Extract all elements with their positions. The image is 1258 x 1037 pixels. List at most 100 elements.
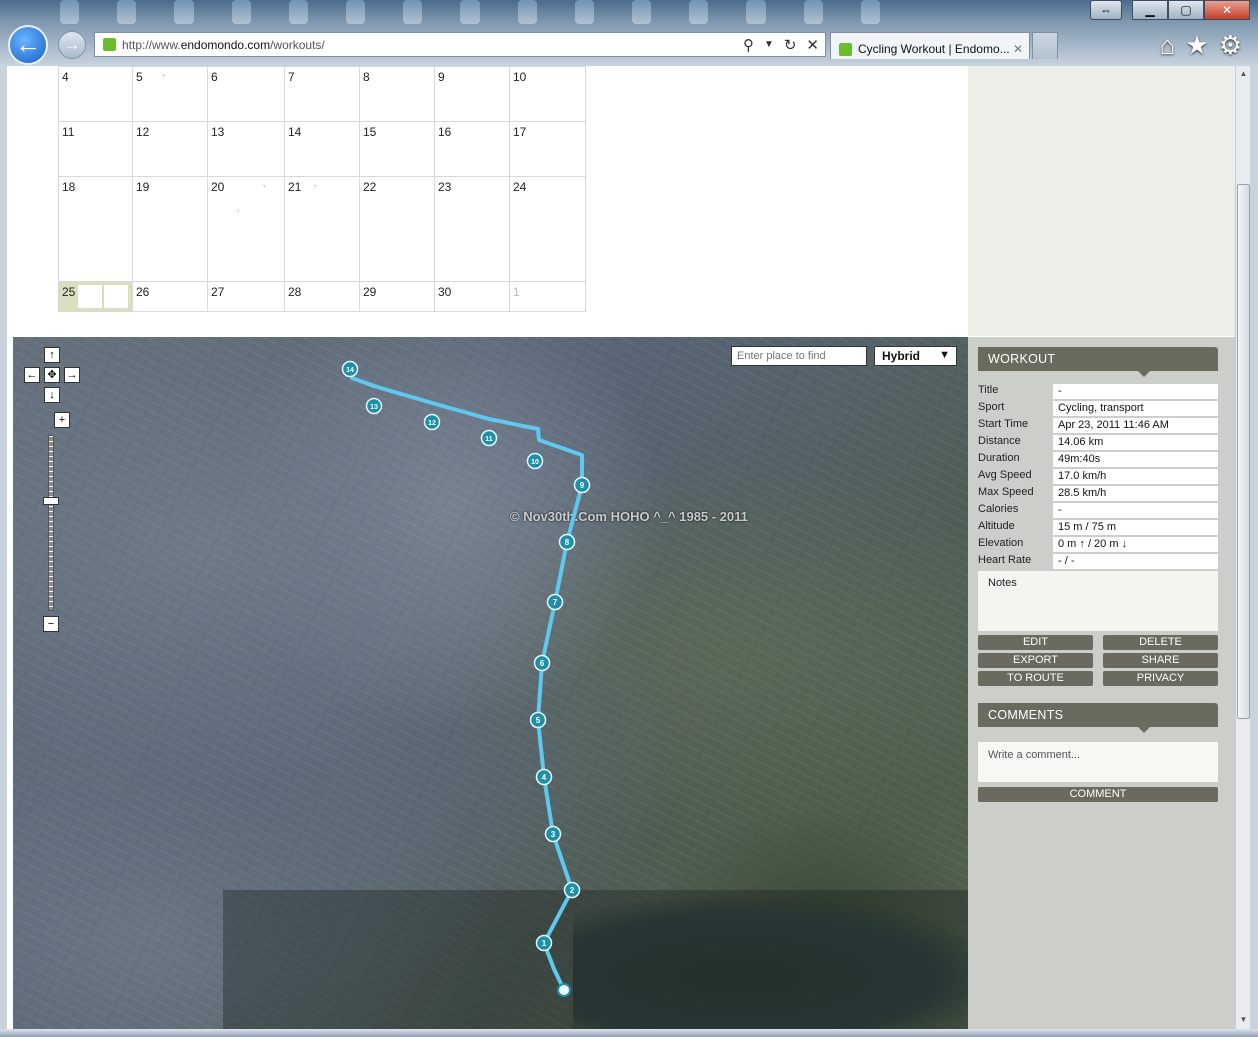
calendar-day-cell[interactable]: 15 — [359, 121, 435, 177]
calendar-day-cell[interactable]: 16 — [434, 121, 510, 177]
walking-workout-icon[interactable]: 🚶 — [227, 205, 251, 228]
stop-icon[interactable]: ✕ — [806, 36, 819, 54]
cycling-workout-icon[interactable]: 🚲 — [78, 285, 102, 308]
running-workout-icon[interactable]: 🏃 — [152, 70, 176, 93]
scroll-down-icon[interactable]: ▼ — [1237, 1013, 1250, 1026]
back-button[interactable]: ← — [8, 25, 48, 65]
comment-input[interactable]: Write a comment... — [978, 742, 1218, 782]
home-icon[interactable]: ⌂ — [1160, 30, 1176, 61]
cycling-workout-icon[interactable]: 🚲 — [78, 125, 102, 148]
map-place-search-input[interactable] — [731, 346, 867, 366]
cycling-workout-icon[interactable]: 🚲 — [178, 180, 202, 203]
calendar-day-cell[interactable]: 22 🚲 — [359, 176, 435, 282]
pan-center-button[interactable]: ✥ — [44, 367, 60, 383]
zoom-out-button[interactable]: − — [43, 616, 59, 632]
privacy-button[interactable]: PRIVACY — [1103, 671, 1218, 686]
calendar-day-cell[interactable]: 8 🚲 🚲 🚲 — [359, 66, 435, 122]
calendar-day-cell[interactable]: 24 — [509, 176, 586, 282]
cycling-workout-icon[interactable]: 🚲 — [480, 205, 504, 228]
favorites-star-icon[interactable]: ★ — [1185, 30, 1208, 61]
cycling-workout-icon[interactable]: 🚲 — [227, 125, 251, 148]
cycling-workout-icon[interactable]: 🚲 — [78, 180, 102, 203]
cycling-workout-icon[interactable]: 🚲 — [78, 150, 102, 173]
share-button[interactable]: SHARE — [1103, 653, 1218, 668]
cycling-workout-icon[interactable]: 🚲 — [152, 125, 176, 148]
cycling-workout-icon[interactable]: 🚲 — [104, 125, 128, 148]
cycling-workout-icon[interactable]: 🚲 — [78, 205, 102, 228]
cycling-workout-icon[interactable]: 🚲 — [454, 230, 478, 253]
calendar-day-cell[interactable]: 6 🚲 🚲 — [207, 66, 285, 122]
cycling-workout-icon[interactable]: 🚲 — [104, 285, 128, 308]
zoom-slider[interactable] — [48, 435, 54, 611]
walking-workout-icon[interactable]: 🚶 — [304, 180, 328, 203]
calendar-day-cell[interactable]: 21 🚶 — [284, 176, 360, 282]
cycling-workout-icon[interactable]: 🚲 — [379, 70, 403, 93]
cycling-workout-icon[interactable]: 🚲 — [454, 180, 478, 203]
calendar-day-cell[interactable]: 27 — [207, 281, 285, 312]
cycling-workout-icon[interactable]: 🚲 — [480, 230, 504, 253]
new-tab-button[interactable] — [1032, 32, 1058, 59]
pan-up-button[interactable]: ↑ — [44, 347, 60, 363]
url-text[interactable]: http://www.endomondo.com/workouts/ — [122, 38, 325, 52]
cycling-workout-icon[interactable]: 🚲 — [379, 180, 403, 203]
calendar-day-cell[interactable]: 30 — [434, 281, 510, 312]
cycling-workout-icon[interactable]: 🚲 — [152, 180, 176, 203]
calendar-day-cell[interactable]: 19 🚲 🚲 — [132, 176, 208, 282]
calendar-day-cell[interactable]: 26 — [132, 281, 208, 312]
edit-button[interactable]: EDIT — [978, 635, 1093, 650]
search-icon[interactable]: ⚲ — [743, 36, 754, 54]
calendar-day-cell[interactable]: 4 — [58, 66, 133, 122]
calendar-day-cell[interactable]: 20 🚲 🚶 🚶 — [207, 176, 285, 282]
scroll-up-icon[interactable]: ▲ — [1237, 67, 1250, 80]
cycling-workout-icon[interactable]: 🚲 — [454, 255, 478, 278]
scrollbar-thumb[interactable] — [1237, 184, 1250, 719]
cycling-workout-icon[interactable]: 🚲 — [104, 150, 128, 173]
calendar-day-cell[interactable]: 9 — [434, 66, 510, 122]
notes-field[interactable]: Notes — [978, 571, 1218, 631]
tab-cycling-workout[interactable]: Cycling Workout | Endomo... ✕ — [830, 32, 1030, 59]
comment-button[interactable]: COMMENT — [978, 787, 1218, 802]
calendar-day-cell[interactable]: 1 — [509, 281, 586, 312]
pan-right-button[interactable]: → — [64, 367, 80, 383]
cycling-workout-icon[interactable]: 🚲 — [253, 70, 277, 93]
cycling-workout-icon[interactable]: 🚲 — [304, 70, 328, 93]
zoom-in-button[interactable]: + — [54, 412, 70, 428]
cycling-workout-icon[interactable]: 🚲 — [379, 95, 403, 118]
pan-left-button[interactable]: ← — [24, 367, 40, 383]
cycling-workout-icon[interactable]: 🚲 — [104, 180, 128, 203]
calendar-day-cell[interactable]: 5 🏃 🚲 — [132, 66, 208, 122]
cycling-workout-icon[interactable]: 🚲 — [178, 70, 202, 93]
calendar-day-cell[interactable]: 7 🚲 🚲 — [284, 66, 360, 122]
cycling-workout-icon[interactable]: 🚲 — [227, 70, 251, 93]
walking-workout-icon[interactable]: 🚶 — [253, 180, 277, 203]
tab-close-icon[interactable]: ✕ — [1013, 42, 1023, 56]
calendar-day-cell[interactable]: 11 🚲 🚲 🚲 🚲 — [58, 121, 133, 177]
cycling-workout-icon[interactable]: 🚲 — [304, 125, 328, 148]
address-bar[interactable]: http://www.endomondo.com/workouts/ ⚲ ▼ ↻… — [94, 32, 826, 57]
export-button[interactable]: EXPORT — [978, 653, 1093, 668]
calendar-day-cell[interactable]: 29 — [359, 281, 435, 312]
refresh-icon[interactable]: ↻ — [784, 36, 797, 54]
tools-gear-icon[interactable]: ⚙ — [1219, 30, 1242, 61]
zoom-slider-handle[interactable] — [43, 497, 59, 505]
resize-icon[interactable]: ⇔ — [1090, 0, 1122, 20]
calendar-day-cell[interactable]: 13 🚲 🚲 — [207, 121, 285, 177]
calendar-day-cell[interactable]: 14 🚲 🚲 — [284, 121, 360, 177]
maximize-button[interactable]: ▢ — [1168, 0, 1204, 20]
cycling-workout-icon[interactable]: 🚲 — [405, 70, 429, 93]
calendar-day-cell[interactable]: 12 🚲 — [132, 121, 208, 177]
cycling-workout-icon[interactable]: 🚲 — [480, 180, 504, 203]
calendar-day-cell[interactable]: 25 🚲 🚲 — [58, 281, 133, 312]
cycling-workout-icon[interactable]: 🚲 — [227, 180, 251, 203]
to-route-button[interactable]: TO ROUTE — [978, 671, 1093, 686]
cycling-workout-icon[interactable]: 🚲 — [454, 205, 478, 228]
cycling-workout-icon[interactable]: 🚲 — [104, 205, 128, 228]
calendar-day-cell[interactable]: 17 — [509, 121, 586, 177]
calendar-day-cell[interactable]: 23 🚲 🚲 🚲 🚲 🚲 🚲 🚲 — [434, 176, 510, 282]
map-type-select[interactable]: Hybrid ▼ — [874, 346, 957, 366]
calendar-day-cell[interactable]: 18 🚲 🚲 🚲 🚲 — [58, 176, 133, 282]
minimize-button[interactable]: ▁ — [1132, 0, 1168, 20]
workout-map[interactable]: © Nov30th.Com HOHO ^_^ 1985 - 2011 12345… — [13, 337, 968, 1029]
delete-button[interactable]: DELETE — [1103, 635, 1218, 650]
forward-button[interactable]: → — [58, 31, 86, 59]
